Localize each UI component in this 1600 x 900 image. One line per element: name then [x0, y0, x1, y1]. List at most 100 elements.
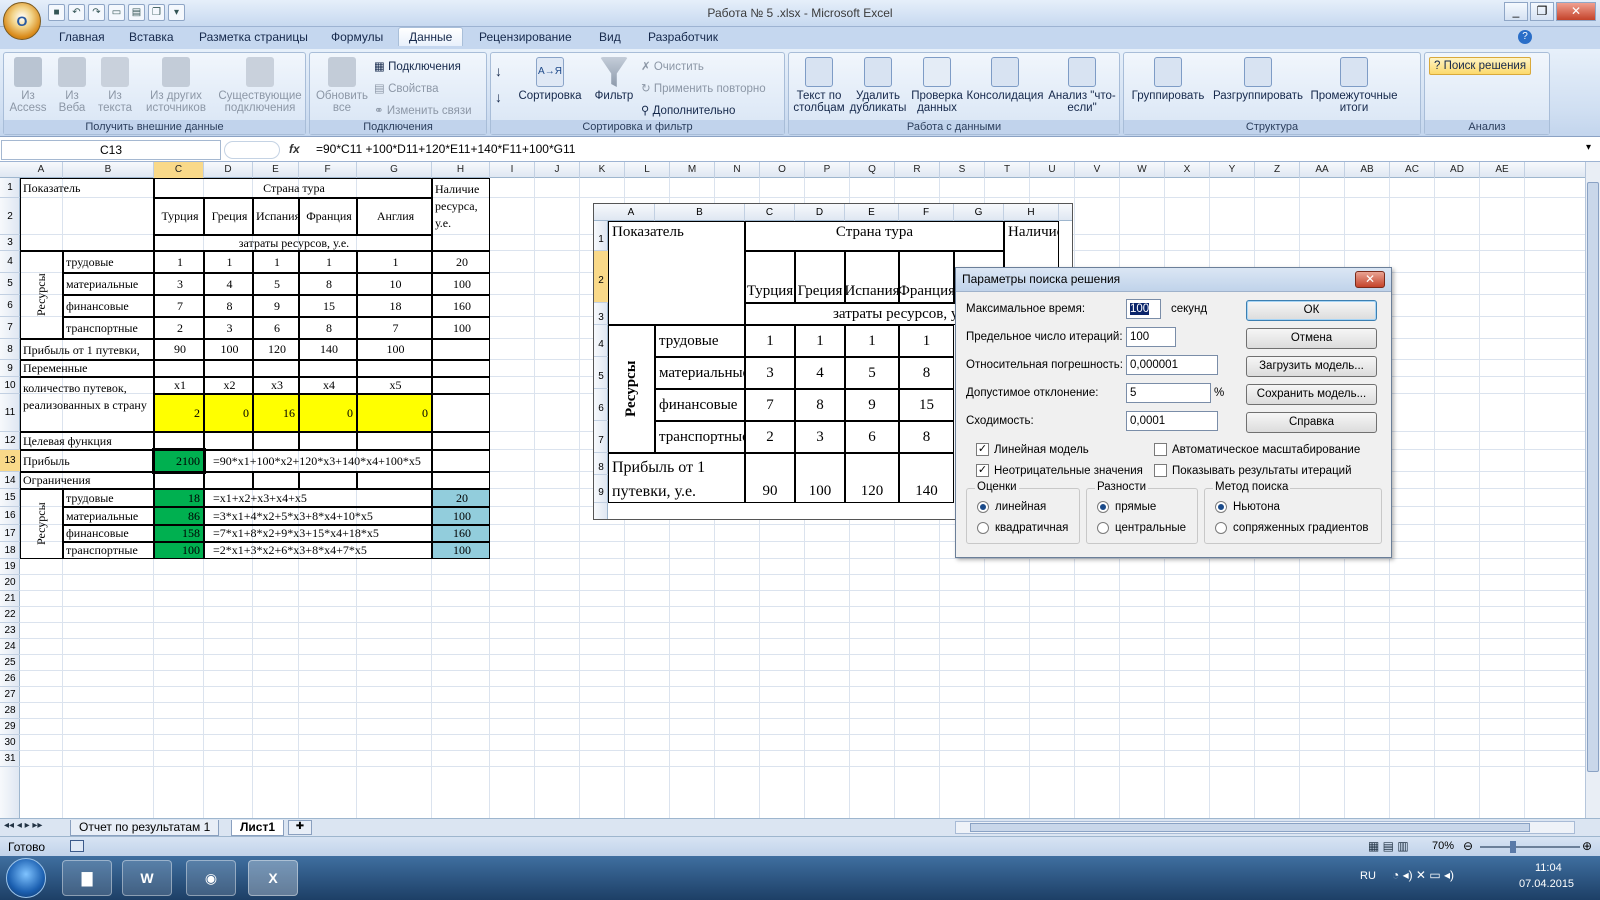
column-header-s[interactable]: S: [940, 162, 985, 178]
row-header-11[interactable]: 11: [0, 394, 20, 432]
cell-resource-value[interactable]: 9: [253, 295, 299, 317]
estimates-linear-radio[interactable]: [977, 501, 989, 513]
cell-target[interactable]: Целевая функция: [20, 432, 154, 450]
cell-constraint-limit[interactable]: 160: [432, 525, 490, 542]
language-indicator[interactable]: RU: [1360, 870, 1376, 882]
cell-x-label[interactable]: x1: [154, 377, 204, 394]
cell-x-value[interactable]: 0: [204, 394, 253, 432]
cell-resource-value[interactable]: 8: [204, 295, 253, 317]
column-header-z[interactable]: Z: [1255, 162, 1300, 178]
close-button[interactable]: ✕: [1556, 2, 1596, 21]
zoom-in-icon[interactable]: ⊕: [1582, 839, 1592, 853]
row-header-3[interactable]: 3: [0, 235, 20, 251]
row-header-17[interactable]: 17: [0, 525, 20, 542]
tray-icons[interactable]: ◔ ◂) ✕ ▭ ◂): [1392, 868, 1454, 882]
consolidate-button[interactable]: Консолидация: [965, 57, 1045, 102]
clear-filter-button[interactable]: ✗ Очистить: [641, 59, 704, 73]
from-access-button[interactable]: Из Access: [8, 57, 48, 114]
cell-empty[interactable]: [204, 472, 253, 489]
column-header-r[interactable]: R: [895, 162, 940, 178]
cell-empty[interactable]: [299, 472, 357, 489]
horizontal-scroll-thumb[interactable]: [970, 823, 1530, 832]
cell-resource-name[interactable]: материальные: [63, 273, 154, 295]
copy-icon[interactable]: ❐: [148, 4, 165, 21]
column-header-d[interactable]: D: [204, 162, 253, 178]
sort-za-icon[interactable]: ↓: [495, 89, 502, 105]
cell-empty[interactable]: [432, 472, 490, 489]
column-header-ab[interactable]: AB: [1345, 162, 1390, 178]
cell-empty[interactable]: [204, 360, 253, 377]
cell-x-label[interactable]: x5: [357, 377, 432, 394]
row-header-13[interactable]: 13: [0, 450, 20, 472]
filter-button[interactable]: Фильтр: [591, 57, 637, 102]
cell-constraint-formula[interactable]: =2*x1+3*x2+6*x3+8*x4+7*x5: [204, 542, 432, 559]
column-header-a[interactable]: A: [20, 162, 63, 178]
load-model-button[interactable]: Загрузить модель...: [1246, 356, 1377, 377]
minimize-button[interactable]: _: [1504, 2, 1528, 21]
undo-icon[interactable]: ↶: [68, 4, 85, 21]
cell-constraint-limit[interactable]: 20: [432, 489, 490, 507]
cell-constraint-value[interactable]: 18: [154, 489, 204, 507]
column-header-w[interactable]: W: [1120, 162, 1165, 178]
horizontal-scrollbar[interactable]: [955, 821, 1575, 834]
row-header-2[interactable]: 2: [0, 198, 20, 235]
name-box[interactable]: C13: [1, 140, 221, 160]
zoom-level[interactable]: 70%: [1432, 840, 1454, 852]
from-text-button[interactable]: Из текста: [94, 57, 136, 114]
row-header-16[interactable]: 16: [0, 507, 20, 525]
cell-resource-value[interactable]: 1: [299, 251, 357, 273]
cell-x-value[interactable]: 2: [154, 394, 204, 432]
zoom-slider[interactable]: [1480, 841, 1580, 853]
row-header-9[interactable]: 9: [0, 360, 20, 377]
word-icon[interactable]: W: [122, 860, 172, 896]
column-header-y[interactable]: Y: [1210, 162, 1255, 178]
excel-icon[interactable]: X: [248, 860, 298, 896]
formula-input[interactable]: =90*C11 +100*D11+120*E11+140*F11+100*G11: [316, 142, 575, 156]
reapply-button[interactable]: ↻ Применить повторно: [641, 81, 766, 95]
sort-az-icon[interactable]: ↓: [495, 63, 502, 79]
sheet-tab-report[interactable]: Отчет по результатам 1: [70, 820, 220, 836]
cell-empty[interactable]: [432, 394, 490, 432]
cell-constraint-name[interactable]: финансовые: [63, 525, 154, 542]
precision-input[interactable]: 0,000001: [1126, 355, 1218, 375]
view-buttons[interactable]: ▦ ▤ ▥: [1368, 839, 1409, 853]
formula-bar-resize[interactable]: [224, 141, 280, 159]
vertical-scrollbar[interactable]: [1585, 162, 1600, 818]
cell-resource-value[interactable]: 8: [299, 273, 357, 295]
tab-data[interactable]: Данные: [398, 27, 464, 46]
tab-home[interactable]: Главная: [59, 30, 105, 44]
cell-x-label[interactable]: x4: [299, 377, 357, 394]
cell-pokazatel[interactable]: Показатель: [20, 178, 154, 251]
cell-pribyl-value[interactable]: 2100: [152, 448, 206, 474]
help-button[interactable]: Справка: [1246, 412, 1377, 433]
column-header-n[interactable]: N: [715, 162, 760, 178]
start-button[interactable]: [6, 858, 46, 898]
edit-links-button[interactable]: ⚭ Изменить связи: [374, 103, 472, 117]
cell-constraint-name[interactable]: трудовые: [63, 489, 154, 507]
cell-x-value[interactable]: 16: [253, 394, 299, 432]
sheet-tab-list1[interactable]: Лист1: [231, 820, 285, 836]
vertical-scroll-thumb[interactable]: [1587, 182, 1599, 772]
cell-constraint-formula[interactable]: =7*x1+8*x2+9*x3+15*x4+18*x5: [204, 525, 432, 542]
column-header-aa[interactable]: AA: [1300, 162, 1345, 178]
cell-resource-avail[interactable]: 100: [432, 273, 490, 295]
redo-icon[interactable]: ↷: [88, 4, 105, 21]
customize-icon[interactable]: ▾: [168, 4, 185, 21]
existing-connections-button[interactable]: Существующие подключения: [218, 57, 302, 114]
cell-x-value[interactable]: 0: [357, 394, 432, 432]
cell-resource-value[interactable]: 4: [204, 273, 253, 295]
column-header-k[interactable]: K: [580, 162, 625, 178]
cell-constraint-formula[interactable]: =x1+x2+x3+x4+x5: [204, 489, 432, 507]
cell-country[interactable]: Франция: [299, 198, 357, 235]
cell-constraint-limit[interactable]: 100: [432, 507, 490, 525]
column-header-u[interactable]: U: [1030, 162, 1075, 178]
cell-resource-value[interactable]: 2: [154, 317, 204, 339]
cell-resource-value[interactable]: 8: [299, 317, 357, 339]
dialog-close-button[interactable]: ✕: [1355, 271, 1385, 288]
cell-resource-value[interactable]: 1: [204, 251, 253, 273]
text-to-columns-button[interactable]: Текст по столбцам: [791, 57, 847, 114]
convergence-input[interactable]: 0,0001: [1126, 411, 1218, 431]
column-header-t[interactable]: T: [985, 162, 1030, 178]
row-header-28[interactable]: 28: [0, 703, 20, 719]
subtotal-button[interactable]: Промежуточные итоги: [1308, 57, 1400, 114]
